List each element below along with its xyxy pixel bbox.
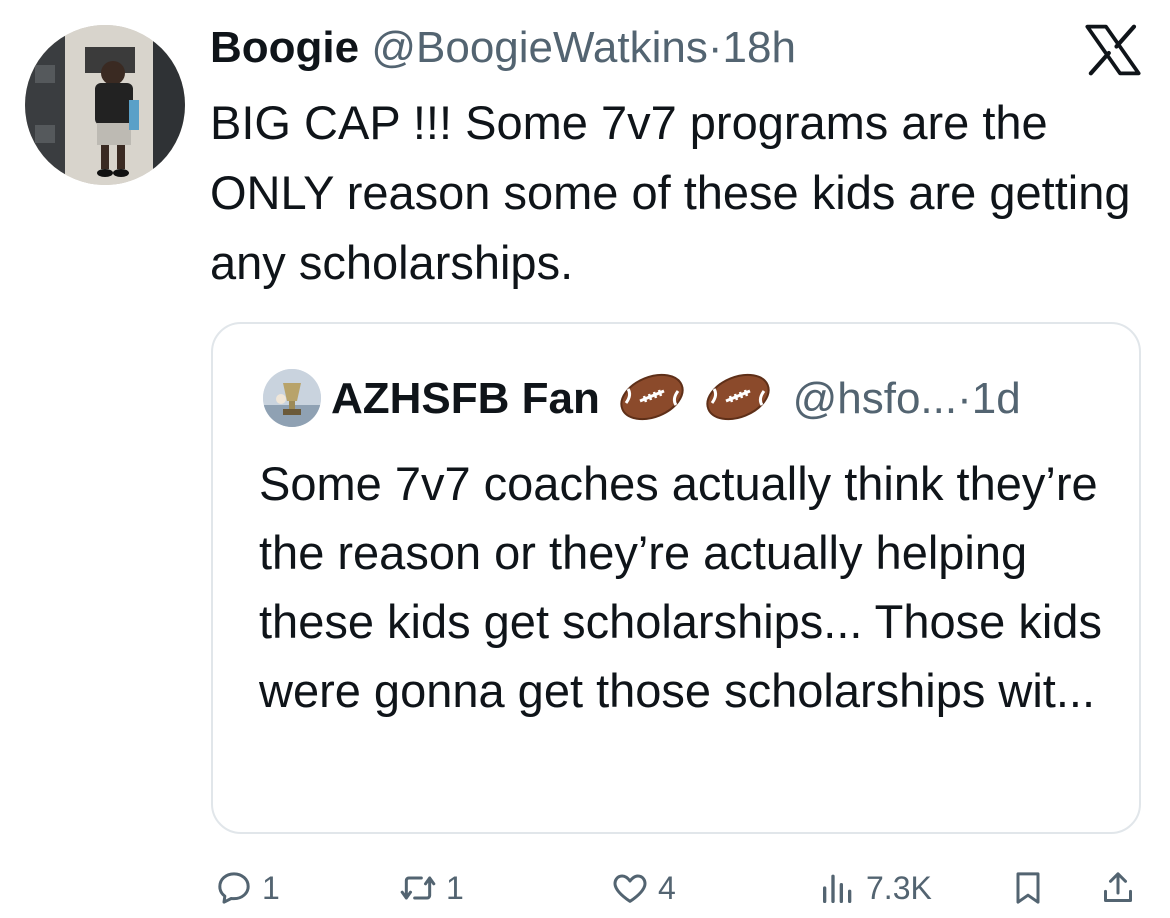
tweet-time[interactable]: 18h — [723, 23, 796, 72]
quoted-author-avatar[interactable] — [263, 369, 321, 427]
quoted-time[interactable]: 1d — [972, 374, 1021, 423]
tweet-text: BIG CAP !!! Some 7v7 programs are the ON… — [210, 96, 1131, 289]
repost-icon — [400, 876, 436, 900]
author-name[interactable]: Boogie — [210, 23, 359, 72]
quoted-handle[interactable]: @hsfo... — [793, 374, 958, 423]
reply-icon — [218, 872, 250, 904]
quoted-tweet-text: Some 7v7 coaches actually think they’re … — [259, 457, 1102, 717]
views-count: 7.3K — [866, 869, 932, 906]
quoted-author-name[interactable]: AZHSFB Fan — [331, 374, 600, 423]
football-icon — [620, 373, 684, 421]
bookmark-icon — [1016, 872, 1040, 904]
reply-count: 1 — [262, 869, 280, 906]
like-button[interactable]: 4 — [610, 868, 676, 908]
separator-dot: · — [707, 23, 723, 72]
football-icon — [706, 373, 770, 421]
quoted-tweet-card[interactable]: AZHSFB Fan @hsfo...·1d Some 7v7 coaches … — [211, 322, 1141, 834]
author-handle[interactable]: @BoogieWatkins — [371, 23, 708, 72]
quoted-header: AZHSFB Fan @hsfo...·1d — [331, 368, 1021, 430]
repost-count: 1 — [446, 869, 464, 906]
author-avatar[interactable] — [25, 25, 185, 185]
bookmark-button[interactable] — [1008, 868, 1048, 908]
action-bar: 1 1 4 7.3K — [0, 858, 1170, 918]
like-count: 4 — [658, 869, 676, 906]
repost-button[interactable]: 1 — [398, 868, 464, 908]
share-icon — [1104, 872, 1132, 902]
x-logo-icon — [1085, 24, 1141, 76]
heart-icon — [613, 874, 647, 903]
separator-dot: · — [957, 374, 972, 423]
share-button[interactable] — [1098, 868, 1138, 908]
tweet-header: Boogie @BoogieWatkins·18h — [210, 18, 796, 78]
views-button[interactable]: 7.3K — [818, 868, 932, 908]
reply-button[interactable]: 1 — [214, 868, 280, 908]
views-chart-icon — [823, 874, 852, 903]
